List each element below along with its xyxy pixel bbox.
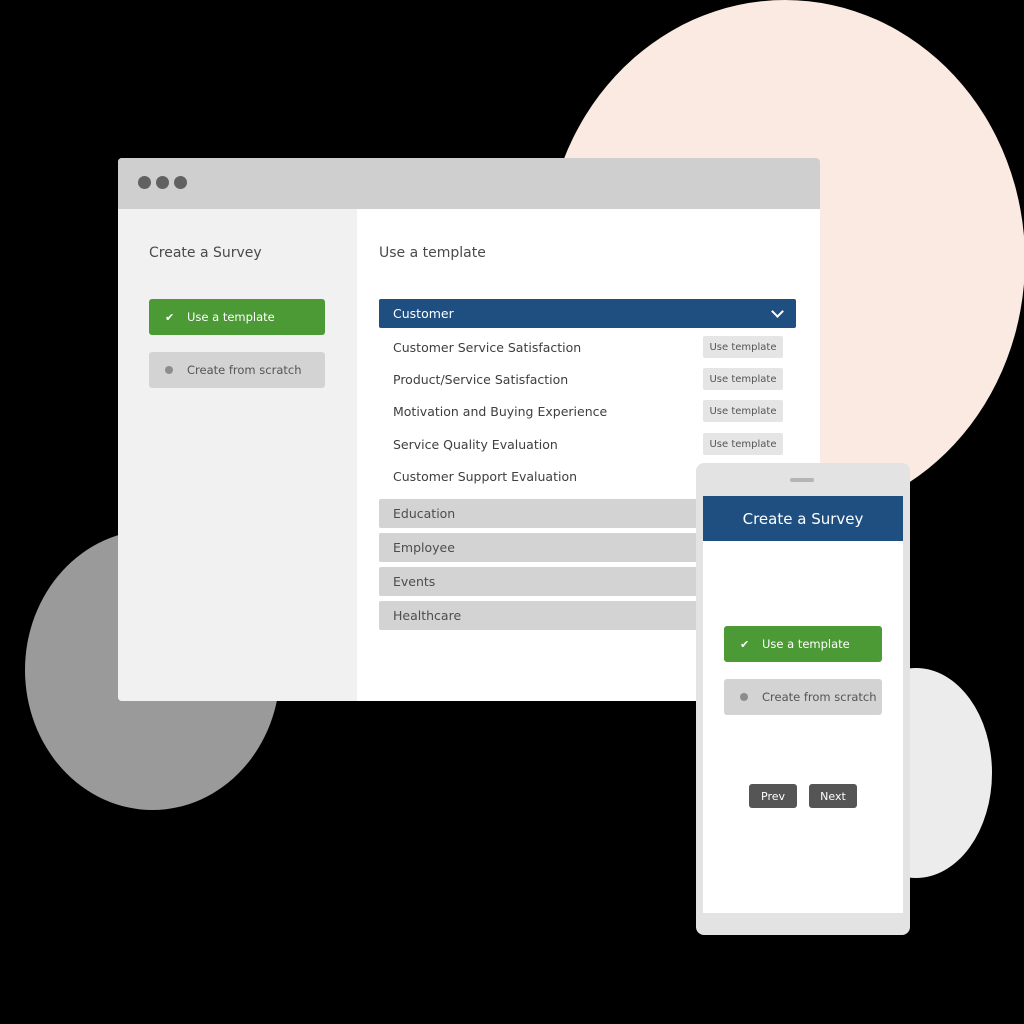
template-row: Product/Service Satisfaction Use templat…: [393, 367, 783, 391]
template-name: Service Quality Evaluation: [393, 436, 558, 452]
check-icon: ✔: [740, 637, 750, 651]
phone-screen: Create a Survey ✔ Use a template Create …: [703, 496, 903, 913]
phone-speaker: [790, 478, 814, 482]
mobile-header: Create a Survey: [703, 496, 903, 541]
dot-icon: [165, 366, 187, 374]
use-template-small-button[interactable]: Use template: [703, 368, 783, 390]
template-name: Customer Support Evaluation: [393, 468, 578, 484]
chevron-down-icon: [771, 305, 784, 318]
mobile-use-template-button[interactable]: ✔ Use a template: [724, 626, 882, 662]
template-row: Motivation and Buying Experience Use tem…: [393, 399, 783, 423]
mobile-device: Create a Survey ✔ Use a template Create …: [696, 463, 910, 935]
template-name: Motivation and Buying Experience: [393, 403, 608, 419]
window-dot-icon: [138, 176, 151, 189]
browser-titlebar: [118, 158, 820, 209]
prev-button[interactable]: Prev: [749, 784, 797, 808]
next-button[interactable]: Next: [809, 784, 857, 808]
category-label: Customer: [393, 306, 454, 321]
mobile-create-from-scratch-button[interactable]: Create from scratch: [724, 679, 882, 715]
dot-icon: [740, 693, 762, 701]
use-template-small-button[interactable]: Use template: [703, 400, 783, 422]
check-icon: ✔: [165, 310, 175, 324]
template-row: Customer Service Satisfaction Use templa…: [393, 335, 783, 359]
use-template-small-button[interactable]: Use template: [703, 433, 783, 455]
category-customer-header[interactable]: Customer: [379, 299, 796, 328]
use-template-small-button[interactable]: Use template: [703, 336, 783, 358]
template-row: Service Quality Evaluation Use template: [393, 432, 783, 456]
mobile-use-template-label: Use a template: [762, 637, 850, 651]
template-name: Customer Service Satisfaction: [393, 339, 582, 355]
sidebar: Create a Survey ✔ Use a template Create …: [118, 209, 357, 701]
use-template-label: Use a template: [187, 310, 275, 324]
main-title: Use a template: [379, 245, 486, 261]
window-dot-icon: [174, 176, 187, 189]
create-from-scratch-label: Create from scratch: [187, 363, 302, 377]
use-template-button[interactable]: ✔ Use a template: [149, 299, 325, 335]
template-name: Product/Service Satisfaction: [393, 371, 569, 387]
create-from-scratch-button[interactable]: Create from scratch: [149, 352, 325, 388]
sidebar-title: Create a Survey: [149, 245, 262, 261]
window-dot-icon: [156, 176, 169, 189]
mobile-create-from-scratch-label: Create from scratch: [762, 690, 877, 704]
